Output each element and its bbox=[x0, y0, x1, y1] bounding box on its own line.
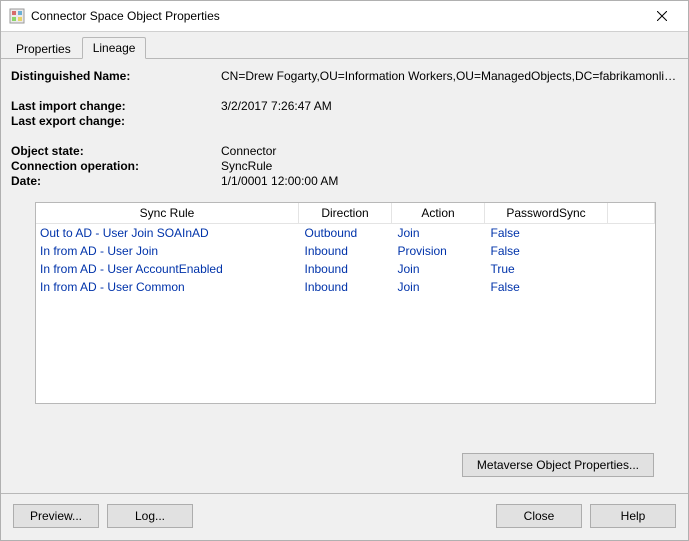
cell-direction: Inbound bbox=[299, 242, 392, 260]
col-spacer bbox=[608, 203, 655, 224]
sync-rules-grid[interactable]: Sync Rule Direction Action PasswordSync … bbox=[35, 202, 656, 404]
col-action[interactable]: Action bbox=[392, 203, 485, 224]
object-state-value: Connector bbox=[221, 144, 678, 158]
cell-action: Join bbox=[392, 260, 485, 278]
table-row[interactable]: In from AD - User AccountEnabledInboundJ… bbox=[36, 260, 655, 278]
cell-action: Provision bbox=[392, 242, 485, 260]
cell-password-sync: False bbox=[485, 224, 608, 243]
date-label: Date: bbox=[11, 174, 221, 188]
table-row[interactable]: In from AD - User CommonInboundJoinFalse bbox=[36, 278, 655, 296]
last-export-label: Last export change: bbox=[11, 114, 221, 128]
cell-direction: Inbound bbox=[299, 278, 392, 296]
object-state-label: Object state: bbox=[11, 144, 221, 158]
dn-label: Distinguished Name: bbox=[11, 69, 221, 83]
last-import-value: 3/2/2017 7:26:47 AM bbox=[221, 99, 678, 113]
tab-strip: Properties Lineage bbox=[1, 32, 688, 59]
dialog-footer: Preview... Log... Close Help bbox=[1, 493, 688, 540]
date-value: 1/1/0001 12:00:00 AM bbox=[221, 174, 678, 188]
log-button[interactable]: Log... bbox=[107, 504, 193, 528]
last-export-value bbox=[221, 114, 678, 128]
close-icon[interactable] bbox=[642, 2, 682, 30]
cell-password-sync: True bbox=[485, 260, 608, 278]
table-row[interactable]: Out to AD - User Join SOAInADOutboundJoi… bbox=[36, 224, 655, 243]
tab-properties[interactable]: Properties bbox=[5, 38, 82, 59]
sync-rules-grid-wrap: Sync Rule Direction Action PasswordSync … bbox=[11, 202, 678, 447]
table-row[interactable]: In from AD - User JoinInboundProvisionFa… bbox=[36, 242, 655, 260]
dialog-window: Connector Space Object Properties Proper… bbox=[0, 0, 689, 541]
cell-direction: Outbound bbox=[299, 224, 392, 243]
dn-value: CN=Drew Fogarty,OU=Information Workers,O… bbox=[221, 69, 678, 83]
col-password-sync[interactable]: PasswordSync bbox=[485, 203, 608, 224]
title-bar: Connector Space Object Properties bbox=[1, 1, 688, 32]
close-button[interactable]: Close bbox=[496, 504, 582, 528]
tab-lineage[interactable]: Lineage bbox=[82, 37, 147, 59]
window-title: Connector Space Object Properties bbox=[31, 9, 642, 23]
cell-sync-rule: In from AD - User AccountEnabled bbox=[36, 260, 299, 278]
col-sync-rule[interactable]: Sync Rule bbox=[36, 203, 299, 224]
preview-button[interactable]: Preview... bbox=[13, 504, 99, 528]
cell-sync-rule: In from AD - User Common bbox=[36, 278, 299, 296]
cell-action: Join bbox=[392, 224, 485, 243]
app-icon bbox=[9, 8, 25, 24]
cell-sync-rule: In from AD - User Join bbox=[36, 242, 299, 260]
cell-action: Join bbox=[392, 278, 485, 296]
last-import-label: Last import change: bbox=[11, 99, 221, 113]
metaverse-button[interactable]: Metaverse Object Properties... bbox=[462, 453, 654, 477]
content-actions: Metaverse Object Properties... bbox=[11, 447, 678, 483]
tab-content: Distinguished Name: CN=Drew Fogarty,OU=I… bbox=[1, 59, 688, 493]
info-grid: Distinguished Name: CN=Drew Fogarty,OU=I… bbox=[11, 65, 678, 202]
cell-password-sync: False bbox=[485, 278, 608, 296]
help-button[interactable]: Help bbox=[590, 504, 676, 528]
grid-header-row: Sync Rule Direction Action PasswordSync bbox=[36, 203, 655, 224]
conn-op-value: SyncRule bbox=[221, 159, 678, 173]
cell-sync-rule: Out to AD - User Join SOAInAD bbox=[36, 224, 299, 243]
cell-password-sync: False bbox=[485, 242, 608, 260]
col-direction[interactable]: Direction bbox=[299, 203, 392, 224]
conn-op-label: Connection operation: bbox=[11, 159, 221, 173]
cell-direction: Inbound bbox=[299, 260, 392, 278]
